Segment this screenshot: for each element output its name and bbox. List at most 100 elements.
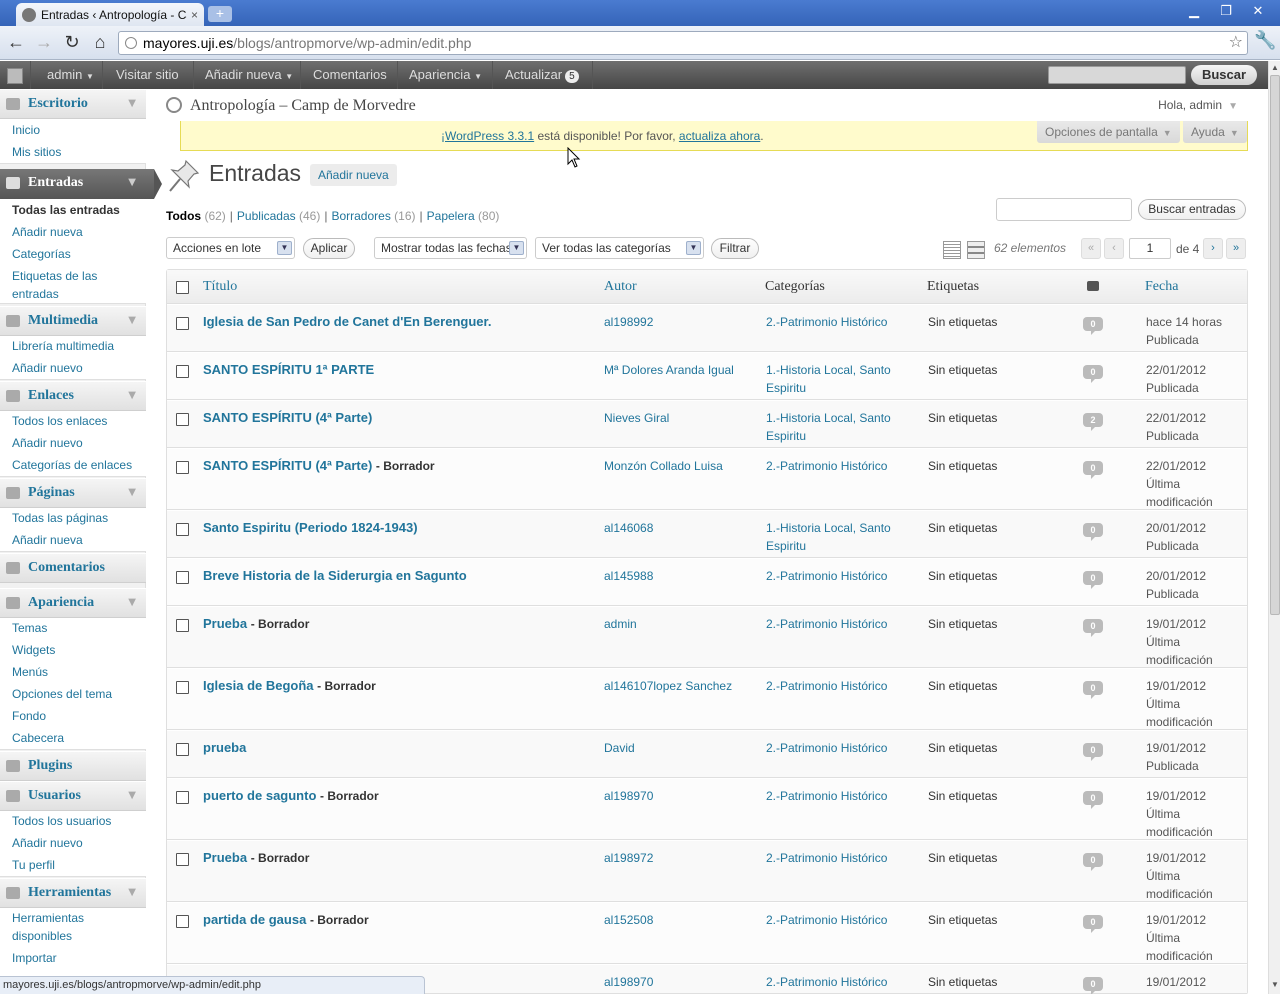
post-author-link[interactable]: al145988: [604, 567, 759, 585]
add-new-post-button[interactable]: Añadir nueva: [310, 164, 397, 186]
chevron-down-icon[interactable]: ▼: [128, 169, 136, 197]
row-checkbox[interactable]: [176, 523, 189, 536]
avatar[interactable]: [7, 68, 23, 84]
filter-all[interactable]: Todos: [166, 209, 201, 223]
column-title[interactable]: Título: [203, 279, 237, 295]
post-title-link[interactable]: SANTO ESPÍRITU (4ª Parte): [203, 410, 372, 425]
updates-link[interactable]: Actualizar 5: [505, 61, 579, 89]
post-categories[interactable]: 2.-Patrimonio Histórico: [766, 677, 916, 695]
menu-paginas[interactable]: Páginas ▼: [0, 478, 146, 508]
post-title-link[interactable]: Breve Historia de la Siderurgia en Sagun…: [203, 568, 467, 583]
column-date[interactable]: Fecha: [1145, 279, 1178, 295]
menu-escritorio[interactable]: Escritorio ▼: [0, 89, 146, 119]
sidebar-item-anadir-nueva-pagina[interactable]: Añadir nueva: [12, 531, 83, 549]
sidebar-item-opciones-tema[interactable]: Opciones del tema: [12, 685, 112, 703]
filter-drafts[interactable]: Borradores: [331, 209, 390, 223]
new-tab-button[interactable]: +: [208, 6, 232, 22]
post-categories[interactable]: 2.-Patrimonio Histórico: [766, 567, 916, 585]
last-page-button[interactable]: »: [1226, 238, 1246, 259]
first-page-button[interactable]: «: [1081, 238, 1101, 259]
comment-count-badge[interactable]: 0: [1083, 619, 1103, 637]
search-posts-button[interactable]: Buscar entradas: [1138, 199, 1246, 220]
address-bar[interactable]: mayores.uji.es/blogs/antropmorve/wp-admi…: [118, 31, 1248, 55]
row-checkbox[interactable]: [176, 681, 189, 694]
sidebar-item-anadir-nuevo-media[interactable]: Añadir nuevo: [12, 359, 83, 377]
comment-count-badge[interactable]: 0: [1083, 681, 1103, 699]
table-row[interactable]: prueba David 2.-Patrimonio Histórico Sin e…: [167, 730, 1247, 778]
post-title-link[interactable]: partida de gausa: [203, 912, 306, 927]
chevron-down-icon[interactable]: ▼: [128, 90, 136, 118]
sidebar-item-herramientas-disponibles[interactable]: Herramientas disponibles: [12, 909, 122, 945]
post-author-link[interactable]: al198970: [604, 973, 759, 991]
comment-count-badge[interactable]: 0: [1083, 743, 1103, 761]
select-all-checkbox[interactable]: [176, 281, 189, 294]
table-row[interactable]: partida de gausa - Borrador al152508 2.-Pa…: [167, 902, 1247, 964]
menu-entradas[interactable]: Entradas ▼: [0, 169, 162, 199]
category-filter-select[interactable]: Ver todas las categorías ▼: [535, 237, 704, 259]
update-now-link[interactable]: actualiza ahora: [679, 129, 760, 143]
sidebar-item-anadir-nueva[interactable]: Añadir nueva: [12, 223, 83, 241]
bulk-actions-select[interactable]: Acciones en lote ▼: [166, 237, 295, 259]
close-window-icon[interactable]: ✕: [1244, 2, 1272, 20]
menu-comentarios[interactable]: Comentarios: [0, 553, 146, 583]
adminbar-search-input[interactable]: [1048, 66, 1186, 84]
table-row[interactable]: Iglesia de San Pedro de Canet d'En Beren…: [167, 304, 1247, 352]
row-checkbox[interactable]: [176, 317, 189, 330]
table-row[interactable]: Prueba - Borrador al198972 2.-Patrimonio H…: [167, 840, 1247, 902]
comment-count-badge[interactable]: 0: [1083, 853, 1103, 871]
post-author-link[interactable]: al198972: [604, 849, 759, 867]
comment-count-badge[interactable]: 0: [1083, 523, 1103, 541]
row-checkbox[interactable]: [176, 743, 189, 756]
comment-count-badge[interactable]: 0: [1083, 461, 1103, 479]
table-row[interactable]: SANTO ESPÍRITU (4ª Parte) Nieves Giral 1.…: [167, 400, 1247, 448]
sidebar-item-cabecera[interactable]: Cabecera: [12, 729, 64, 747]
bookmark-star-icon[interactable]: ☆: [1229, 32, 1243, 54]
restore-icon[interactable]: ❐: [1212, 2, 1240, 20]
table-row[interactable]: SANTO ESPÍRITU 1ª PARTE Mª Dolores Arand…: [167, 352, 1247, 400]
appearance-menu[interactable]: Apariencia ▼: [409, 61, 482, 89]
sidebar-item-temas[interactable]: Temas: [12, 619, 47, 637]
post-author-link[interactable]: David: [604, 739, 759, 757]
post-title-link[interactable]: prueba: [203, 740, 246, 755]
post-title-link[interactable]: SANTO ESPÍRITU (4ª Parte): [203, 458, 372, 473]
filter-published[interactable]: Publicadas: [237, 209, 296, 223]
row-checkbox[interactable]: [176, 791, 189, 804]
post-title-link[interactable]: Santo Espiritu (Periodo 1824-1943): [203, 520, 418, 535]
post-categories[interactable]: 1.-Historia Local, Santo Espiritu: [766, 519, 916, 555]
post-categories[interactable]: 2.-Patrimonio Histórico: [766, 911, 916, 929]
sidebar-item-menus[interactable]: Menús: [12, 663, 48, 681]
post-author-link[interactable]: al146107lopez Sanchez: [604, 677, 759, 695]
row-checkbox[interactable]: [176, 619, 189, 632]
prev-page-button[interactable]: ‹: [1104, 238, 1124, 259]
next-page-button[interactable]: ›: [1203, 238, 1223, 259]
comment-count-badge[interactable]: 0: [1083, 915, 1103, 933]
menu-multimedia[interactable]: Multimedia ▼: [0, 306, 146, 336]
menu-plugins[interactable]: Plugins: [0, 751, 146, 781]
filter-button[interactable]: Filtrar: [711, 238, 759, 259]
chevron-down-icon[interactable]: ▼: [128, 879, 136, 907]
post-author-link[interactable]: Nieves Giral: [604, 409, 759, 427]
sidebar-item-fondo[interactable]: Fondo: [12, 707, 46, 725]
home-icon[interactable]: ⌂: [88, 31, 112, 55]
comment-count-badge[interactable]: 0: [1083, 791, 1103, 809]
list-view-icon[interactable]: [943, 241, 961, 259]
post-search-input[interactable]: [996, 198, 1132, 221]
sidebar-item-todas-paginas[interactable]: Todas las páginas: [12, 509, 108, 527]
row-checkbox[interactable]: [176, 461, 189, 474]
sidebar-item-libreria[interactable]: Librería multimedia: [12, 337, 114, 355]
post-author-link[interactable]: admin: [604, 615, 759, 633]
post-title-link[interactable]: Prueba: [203, 850, 247, 865]
comment-count-badge[interactable]: 0: [1083, 365, 1103, 383]
post-categories[interactable]: 2.-Patrimonio Histórico: [766, 787, 916, 805]
comments-link[interactable]: Comentarios: [313, 61, 387, 89]
row-checkbox[interactable]: [176, 365, 189, 378]
wordpress-version-link[interactable]: ¡WordPress 3.3.1: [441, 129, 534, 143]
post-author-link[interactable]: Monzón Collado Luisa: [604, 457, 759, 475]
post-categories[interactable]: 2.-Patrimonio Histórico: [766, 615, 916, 633]
reload-icon[interactable]: ↻: [60, 31, 84, 55]
chevron-down-icon[interactable]: ▼: [128, 382, 136, 410]
scroll-thumb[interactable]: [1270, 75, 1280, 615]
adminbar-search-button[interactable]: Buscar: [1191, 65, 1257, 85]
row-checkbox[interactable]: [176, 413, 189, 426]
sidebar-item-cat-enlaces[interactable]: Categorías de enlaces: [12, 456, 132, 474]
